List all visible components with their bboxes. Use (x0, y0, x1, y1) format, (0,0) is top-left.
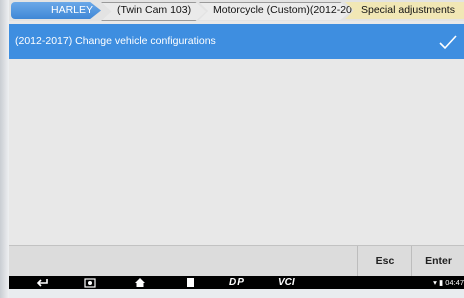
enter-button[interactable]: Enter (411, 246, 464, 276)
back-icon[interactable] (35, 277, 49, 288)
app-screen: HARLEY (Twin Cam 103) Motorcycle (Custom… (9, 0, 464, 289)
list-item[interactable]: (2012-2017) Change vehicle configuration… (9, 24, 464, 59)
function-list: (2012-2017) Change vehicle configuration… (9, 21, 464, 245)
breadcrumb: HARLEY (Twin Cam 103) Motorcycle (Custom… (9, 0, 464, 21)
device-frame: HARLEY (Twin Cam 103) Motorcycle (Custom… (0, 0, 464, 298)
home-icon[interactable] (134, 277, 146, 288)
action-bar: Esc Enter (9, 245, 464, 276)
status-clock: ▾ ▮ 04:47 (433, 278, 464, 287)
breadcrumb-item-current[interactable]: Special adjustments (345, 2, 464, 19)
vci-logo[interactable]: VCI (278, 277, 295, 288)
device-base (9, 289, 464, 298)
esc-button[interactable]: Esc (357, 246, 412, 276)
checkmark-icon (439, 35, 457, 50)
system-nav-bar: DP VCI ▾ ▮ 04:47 (9, 276, 464, 289)
recent-apps-icon[interactable] (185, 277, 195, 288)
breadcrumb-item-engine[interactable]: (Twin Cam 103) (101, 2, 206, 21)
breadcrumb-item-make[interactable]: HARLEY (11, 2, 101, 19)
device-bezel (0, 0, 9, 298)
dp-logo[interactable]: DP (229, 277, 245, 288)
camera-icon[interactable] (84, 277, 96, 288)
breadcrumb-item-model[interactable]: Motorcycle (Custom)(2012-2017) (199, 2, 367, 20)
list-item-label: (2012-2017) Change vehicle configuration… (15, 35, 216, 47)
